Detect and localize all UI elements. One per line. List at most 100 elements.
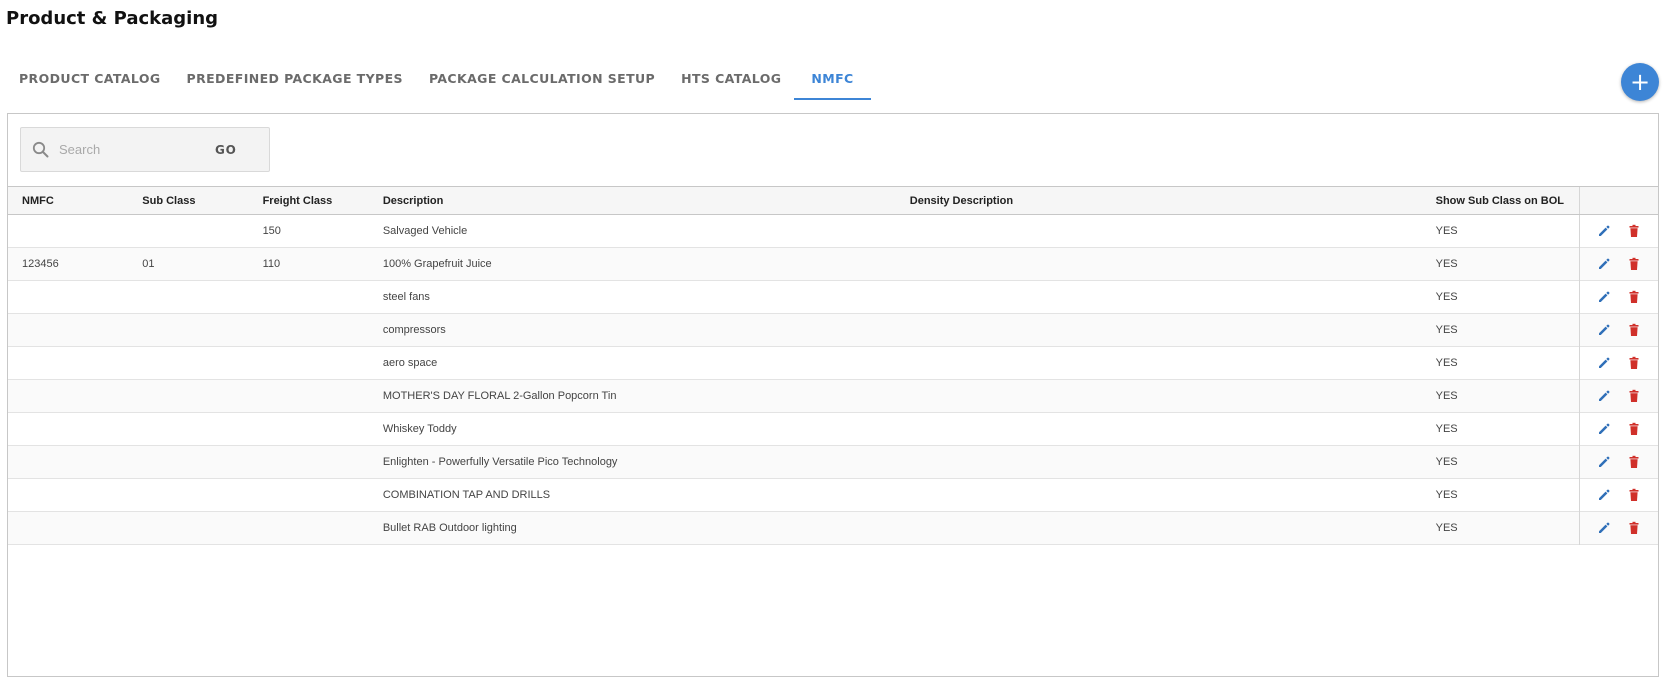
cell-actions	[1578, 313, 1658, 347]
table-row[interactable]: steel fans YES	[8, 280, 1658, 314]
trash-icon[interactable]	[1627, 290, 1641, 304]
cell-description: 100% Grapefruit Juice	[382, 258, 492, 270]
cell-freight-class: 150	[262, 225, 281, 237]
cell-nmfc	[8, 281, 128, 314]
cell-density-description	[896, 446, 1422, 479]
cell-sub-class	[128, 446, 248, 479]
cell-show-sub-class: YES	[1435, 390, 1458, 402]
cell-nmfc	[8, 314, 128, 347]
cell-actions	[1578, 379, 1658, 413]
cell-actions	[1578, 280, 1658, 314]
pencil-icon[interactable]	[1597, 224, 1611, 238]
trash-icon[interactable]	[1627, 356, 1641, 370]
pencil-icon[interactable]	[1597, 422, 1611, 436]
pencil-icon[interactable]	[1597, 389, 1611, 403]
table-row[interactable]: COMBINATION TAP AND DRILLS YES	[8, 478, 1658, 512]
table-row[interactable]: aero space YES	[8, 346, 1658, 380]
cell-freight-class	[249, 413, 369, 446]
column-header-nmfc[interactable]: NMFC	[8, 186, 129, 215]
cell-sub-class	[128, 281, 248, 314]
pencil-icon[interactable]	[1597, 521, 1611, 535]
cell-freight-class	[249, 512, 369, 545]
cell-description: Salvaged Vehicle	[382, 225, 468, 237]
cell-show-sub-class: YES	[1435, 324, 1458, 336]
tab-package-calculation-setup[interactable]: PACKAGE CALCULATION SETUP	[416, 62, 668, 100]
cell-freight-class	[249, 446, 369, 479]
cell-sub-class	[128, 413, 248, 446]
column-header-actions	[1578, 186, 1658, 215]
cell-actions	[1578, 412, 1658, 446]
cell-description: aero space	[382, 357, 438, 369]
tab-nmfc[interactable]: NMFC	[794, 62, 871, 100]
search-icon	[31, 140, 51, 160]
table-row[interactable]: Bullet RAB Outdoor lighting YES	[8, 511, 1658, 545]
search-input[interactable]	[59, 142, 209, 157]
tab-predefined-package-types[interactable]: PREDEFINED PACKAGE TYPES	[174, 62, 416, 100]
cell-nmfc	[8, 347, 128, 380]
cell-actions	[1578, 478, 1658, 512]
column-header-density-description[interactable]: Density Description	[895, 186, 1422, 215]
go-button[interactable]: GO	[215, 143, 237, 157]
cell-description: steel fans	[382, 291, 430, 303]
column-header-description[interactable]: Description	[368, 186, 896, 215]
cell-description: MOTHER'S DAY FLORAL 2-Gallon Popcorn Tin	[382, 390, 617, 402]
cell-nmfc	[8, 215, 128, 248]
trash-icon[interactable]	[1627, 455, 1641, 469]
cell-description: Whiskey Toddy	[382, 423, 457, 435]
column-header-show-sub-class-on-bol[interactable]: Show Sub Class on BOL	[1421, 186, 1580, 215]
cell-sub-class	[128, 215, 248, 248]
tab-product-catalog[interactable]: PRODUCT CATALOG	[6, 62, 174, 100]
cell-actions	[1578, 346, 1658, 380]
cell-actions	[1578, 214, 1658, 248]
cell-show-sub-class: YES	[1435, 456, 1458, 468]
tab-hts-catalog[interactable]: HTS CATALOG	[668, 62, 794, 100]
trash-icon[interactable]	[1627, 488, 1641, 502]
pencil-icon[interactable]	[1597, 323, 1611, 337]
cell-density-description	[896, 512, 1422, 545]
cell-actions	[1578, 445, 1658, 479]
cell-sub-class	[128, 314, 248, 347]
cell-density-description	[896, 314, 1422, 347]
trash-icon[interactable]	[1627, 257, 1641, 271]
cell-density-description	[896, 347, 1422, 380]
cell-show-sub-class: YES	[1435, 423, 1458, 435]
table-row[interactable]: 123456 01 110 100% Grapefruit Juice YES	[8, 247, 1658, 281]
cell-freight-class	[249, 281, 369, 314]
trash-icon[interactable]	[1627, 422, 1641, 436]
cell-nmfc	[8, 479, 128, 512]
cell-sub-class	[128, 479, 248, 512]
cell-density-description	[896, 215, 1422, 248]
pencil-icon[interactable]	[1597, 356, 1611, 370]
nmfc-table: NMFC Sub Class Freight Class Description…	[8, 186, 1658, 545]
table-row[interactable]: 150 Salvaged Vehicle YES	[8, 214, 1658, 248]
table-row[interactable]: MOTHER'S DAY FLORAL 2-Gallon Popcorn Tin…	[8, 379, 1658, 413]
trash-icon[interactable]	[1627, 389, 1641, 403]
cell-nmfc: 123456	[22, 258, 59, 270]
cell-sub-class: 01	[142, 258, 155, 270]
pencil-icon[interactable]	[1597, 455, 1611, 469]
cell-density-description	[896, 479, 1422, 512]
cell-density-description	[896, 380, 1422, 413]
cell-description: compressors	[382, 324, 446, 336]
cell-freight-class	[249, 347, 369, 380]
pencil-icon[interactable]	[1597, 257, 1611, 271]
trash-icon[interactable]	[1627, 323, 1641, 337]
table-row[interactable]: Enlighten - Powerfully Versatile Pico Te…	[8, 445, 1658, 479]
add-button[interactable]: +	[1621, 63, 1659, 101]
cell-show-sub-class: YES	[1435, 357, 1458, 369]
cell-density-description	[896, 281, 1422, 314]
table-row[interactable]: Whiskey Toddy YES	[8, 412, 1658, 446]
cell-description: COMBINATION TAP AND DRILLS	[382, 489, 551, 501]
pencil-icon[interactable]	[1597, 290, 1611, 304]
cell-show-sub-class: YES	[1435, 258, 1458, 270]
trash-icon[interactable]	[1627, 224, 1641, 238]
trash-icon[interactable]	[1627, 521, 1641, 535]
column-header-freight-class[interactable]: Freight Class	[248, 186, 369, 215]
table-row[interactable]: compressors YES	[8, 313, 1658, 347]
nmfc-panel: GO NMFC Sub Class Freight Class Descript…	[7, 113, 1659, 677]
page-title: Product & Packaging	[6, 8, 219, 29]
pencil-icon[interactable]	[1597, 488, 1611, 502]
column-header-sub-class[interactable]: Sub Class	[128, 186, 249, 215]
cell-freight-class	[249, 380, 369, 413]
cell-sub-class	[128, 512, 248, 545]
